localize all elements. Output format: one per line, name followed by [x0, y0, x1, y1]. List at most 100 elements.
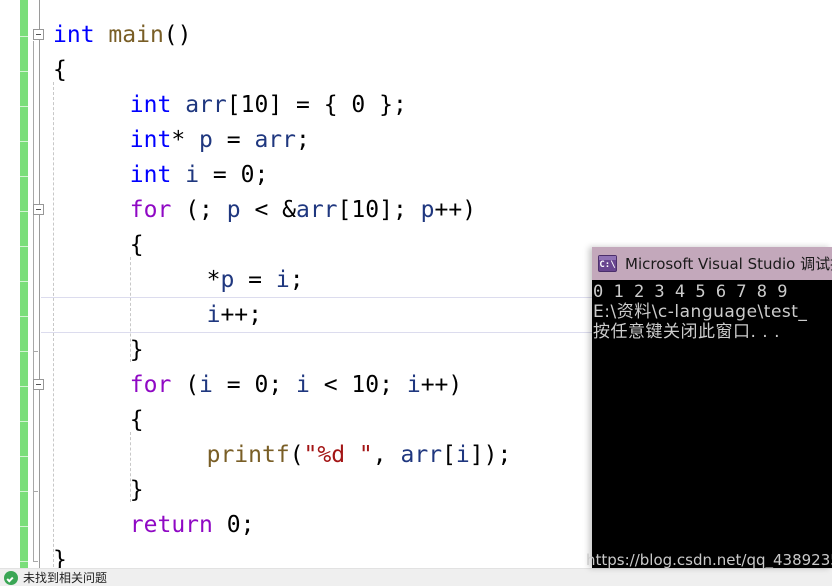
code-token: i — [296, 372, 310, 398]
code-token: ++; — [220, 302, 262, 328]
code-token: ; — [240, 512, 255, 538]
code-line[interactable]: for (i = 0; i < 10; i++) — [130, 368, 462, 403]
code-token: return — [129, 512, 213, 538]
code-token: < & — [240, 197, 296, 223]
code-token: ]); — [469, 442, 512, 468]
code-token: printf — [206, 442, 290, 468]
code-line[interactable]: } — [130, 333, 144, 368]
change-bar-tick — [20, 316, 28, 317]
console-output-line: 按任意键关闭此窗口. . . — [593, 322, 781, 342]
change-bar-tick — [20, 246, 28, 247]
code-line[interactable]: int main() — [53, 18, 192, 53]
code-token: } — [129, 337, 144, 363]
change-bar-tick — [20, 456, 28, 457]
code-token: arr — [295, 197, 338, 223]
change-bar-tick — [20, 561, 28, 562]
code-token: arr — [400, 442, 443, 468]
code-token: = — [212, 127, 255, 153]
console-output-line: 0 1 2 3 4 5 6 7 8 9 — [593, 282, 788, 302]
change-bar-tick — [20, 71, 28, 72]
change-bar-tick — [20, 281, 28, 282]
code-line[interactable]: } — [130, 473, 144, 508]
change-bar-tick — [20, 36, 28, 37]
code-line[interactable]: printf("%d ", arr[i]); — [207, 438, 512, 473]
code-line[interactable]: return 0; — [130, 508, 255, 543]
code-token: ++) — [434, 197, 477, 223]
console-titlebar[interactable]: C:\ Microsoft Visual Studio 调试控制台 — [592, 247, 832, 280]
code-token: = — [234, 267, 276, 293]
code-token: 10 — [351, 372, 380, 398]
code-token: ++) — [420, 372, 463, 398]
code-line[interactable]: { — [130, 403, 144, 438]
change-bar-tick — [20, 211, 28, 212]
code-token: arr — [254, 127, 296, 153]
code-token: ( — [289, 442, 304, 468]
code-token: [ — [337, 197, 352, 223]
change-bar-tick — [20, 526, 28, 527]
code-token: , — [372, 442, 401, 468]
code-token: 0 — [240, 162, 255, 188]
code-token: int — [129, 162, 172, 188]
code-token: i — [455, 442, 470, 468]
code-line[interactable]: int* p = arr; — [130, 123, 310, 158]
code-token: 10 — [240, 92, 269, 118]
console-app-icon-glyph: C:\ — [599, 260, 616, 270]
console-app-icon: C:\ — [598, 255, 617, 272]
code-token: i — [275, 267, 290, 293]
console-output-line: E:\资料\c-language\test_ — [593, 302, 808, 322]
code-token: () — [163, 22, 192, 48]
code-token: 0 — [351, 92, 366, 118]
screenshot-root: int main(){int arr[10] = { 0 }; int* p = … — [0, 0, 832, 586]
code-token: ( — [171, 372, 200, 398]
code-token: int — [129, 92, 172, 118]
code-token: = — [212, 372, 255, 398]
code-token: ; — [296, 127, 310, 153]
code-token: * — [171, 127, 200, 153]
code-line[interactable]: *p = i; — [207, 263, 304, 298]
change-bar-tick — [20, 106, 28, 107]
code-token: [ — [226, 92, 241, 118]
console-window[interactable]: C:\ Microsoft Visual Studio 调试控制台 0 1 2 … — [592, 247, 832, 568]
change-bar-tick — [20, 386, 28, 387]
status-bar[interactable]: 未找到相关问题 — [0, 568, 832, 586]
code-token: ] = { — [268, 92, 352, 118]
code-token: i — [206, 302, 221, 328]
code-line[interactable]: int arr[10] = { 0 }; — [130, 88, 407, 123]
code-token: 0 — [254, 372, 269, 398]
code-token: ; — [268, 372, 297, 398]
check-circle-icon — [4, 570, 18, 585]
code-line[interactable]: { — [53, 53, 67, 88]
code-line[interactable]: for (; p < &arr[10]; p++) — [130, 193, 476, 228]
code-token: * — [206, 267, 221, 293]
code-token: { — [129, 232, 144, 258]
code-line[interactable]: { — [130, 228, 144, 263]
code-token: i — [406, 372, 421, 398]
code-token: ]; — [379, 197, 421, 223]
code-token: 0 — [226, 512, 241, 538]
code-line[interactable]: int i = 0; — [130, 158, 269, 193]
change-bar-tick — [20, 421, 28, 422]
change-bar-tick — [20, 176, 28, 177]
code-token: ; — [379, 372, 407, 398]
code-token: p — [199, 127, 213, 153]
console-output[interactable]: 0 1 2 3 4 5 6 7 8 9 E:\资料\c-language\test… — [592, 280, 832, 568]
code-token: = — [199, 162, 241, 188]
code-token: { — [53, 57, 67, 83]
code-token: } — [129, 477, 144, 503]
code-token: 10 — [351, 197, 380, 223]
change-bar-tick — [20, 141, 28, 142]
code-token: "%d " — [303, 442, 373, 468]
code-token: arr — [185, 92, 227, 118]
change-bar-tick — [20, 351, 28, 352]
code-token: int — [53, 22, 95, 48]
code-line[interactable]: i++; — [207, 298, 262, 333]
code-token: ; — [254, 162, 269, 188]
code-token: main — [108, 22, 164, 48]
code-token: { — [129, 407, 144, 433]
code-token: p — [226, 197, 241, 223]
code-token: p — [220, 267, 235, 293]
